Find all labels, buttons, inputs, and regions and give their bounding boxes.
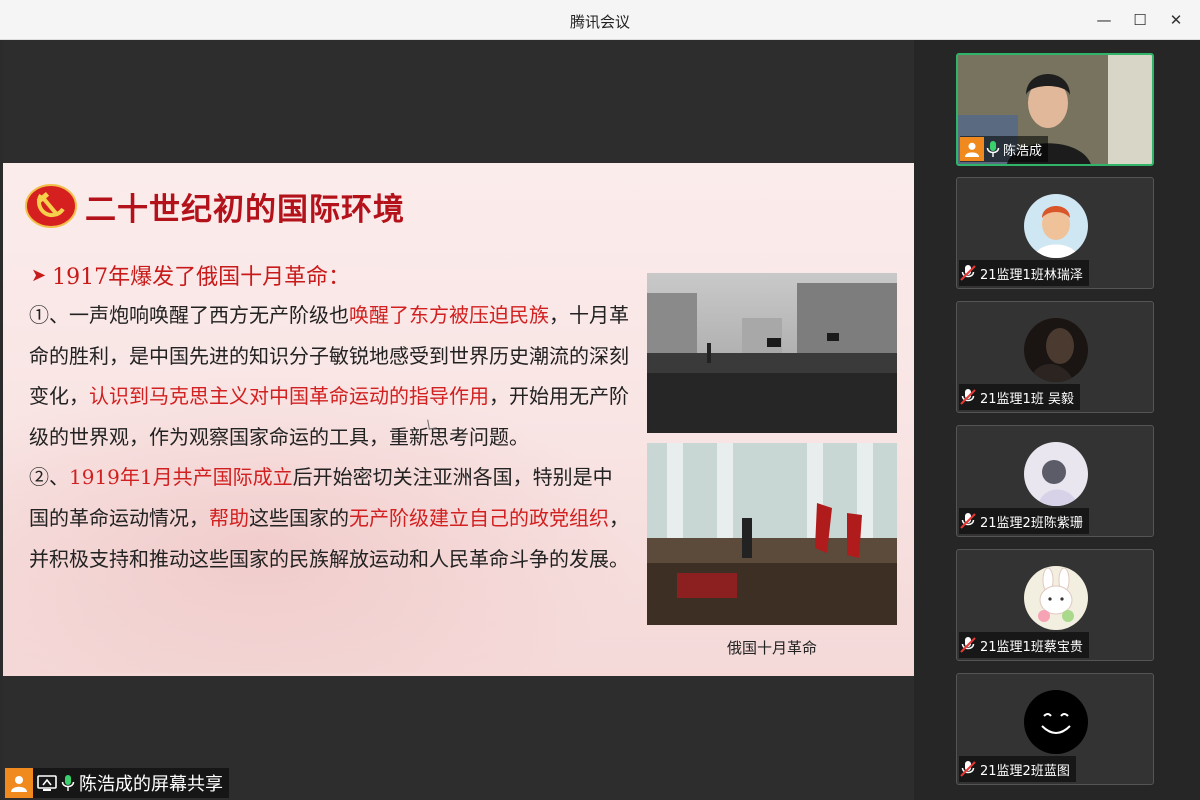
muted-microphone-icon <box>960 389 976 405</box>
participant-name: 陈浩成 <box>1003 143 1043 159</box>
muted-microphone-icon <box>960 265 976 281</box>
highlight-segment: 1919年1月共产国际成立 <box>69 465 293 490</box>
highlight-segment: 认识到马克思主义对中国革命运动的指导作用 <box>89 384 489 409</box>
photo-caption: 俄国十月革命 <box>726 639 817 657</box>
share-label-text: 陈浩成的屏幕共享 <box>79 774 223 795</box>
participant-name: 21监理2班蓝图 <box>980 763 1070 779</box>
highlight-segment: 唤醒了东方被压迫民族 <box>349 303 549 327</box>
window-title: 腾讯会议 <box>569 13 630 31</box>
screen-share-area[interactable]: 二十世纪初的国际环境 ➤ 1917年爆发了俄国十月革命： ①、一声炮响唤醒了西方… <box>3 40 914 800</box>
title-bar: 腾讯会议 — ☐ ✕ <box>0 0 1200 40</box>
slide-body-text: ①、一声炮响唤醒了西方无产阶级也唤醒了东方被压迫民族，十月革命的胜利，是中国先进… <box>29 295 629 579</box>
participant-name-bar: 21监理2班蓝图 <box>959 756 1076 782</box>
paragraph-2: ②、1919年1月共产国际成立后开始密切关注亚洲各国，特别是中国的革命运动情况，… <box>29 457 629 579</box>
close-button[interactable]: ✕ <box>1162 6 1190 34</box>
presentation-slide: 二十世纪初的国际环境 ➤ 1917年爆发了俄国十月革命： ①、一声炮响唤醒了西方… <box>3 163 914 676</box>
participant-avatar <box>1024 194 1088 258</box>
participant-tile[interactable]: 21监理2班陈紫珊 <box>956 425 1154 537</box>
participant-name-bar: 21监理2班陈紫珊 <box>959 508 1089 534</box>
participant-name-bar: 21监理1班林瑞泽 <box>959 260 1089 286</box>
participant-name-bar: 陈浩成 <box>960 136 1049 162</box>
user-avatar-icon <box>960 137 984 161</box>
participant-avatar <box>1024 318 1088 382</box>
highlight-segment: 帮助 <box>209 505 249 530</box>
arrow-marker-icon: ➤ <box>31 264 47 286</box>
participant-avatar <box>1024 442 1088 506</box>
muted-microphone-icon <box>960 513 976 529</box>
participant-name-bar: 21监理1班蔡宝贵 <box>959 632 1089 658</box>
microphone-icon <box>61 775 75 791</box>
slide-subheading: ➤ 1917年爆发了俄国十月革命： <box>31 259 350 291</box>
muted-microphone-icon <box>960 637 976 653</box>
participant-name: 21监理1班 吴毅 <box>980 391 1074 407</box>
participant-avatar <box>1024 690 1088 754</box>
participant-tile[interactable]: 21监理2班蓝图 <box>956 673 1154 785</box>
participant-tile[interactable]: 21监理1班 吴毅 <box>956 301 1154 413</box>
screen-share-icon <box>37 775 57 791</box>
user-avatar-icon <box>5 768 33 798</box>
mouse-cursor-icon <box>427 418 437 430</box>
text-segment: ①、一声炮响唤醒了西方无产阶级也 <box>29 303 349 327</box>
muted-microphone-icon <box>960 761 976 777</box>
highlight-segment: 无产阶级建立自己的政党组织 <box>349 505 609 530</box>
participant-tile[interactable]: 21监理1班蔡宝贵 <box>956 549 1154 661</box>
text-segment: 这些国家的 <box>249 505 349 530</box>
subheading-text: 1917年爆发了俄国十月革命： <box>52 265 351 290</box>
revolution-street-photo <box>647 273 897 433</box>
text-segment: ②、 <box>29 465 69 490</box>
microphone-icon <box>986 141 1000 157</box>
participant-tile[interactable]: 陈浩成 <box>956 53 1154 166</box>
participant-avatar <box>1024 566 1088 630</box>
hammer-sickle-icon <box>25 184 77 228</box>
lenin-speech-painting <box>647 443 897 625</box>
participant-name: 21监理2班陈紫珊 <box>980 515 1083 531</box>
maximize-button[interactable]: ☐ <box>1126 6 1154 34</box>
participant-name-bar: 21监理1班 吴毅 <box>959 384 1080 410</box>
screen-share-label: 陈浩成的屏幕共享 <box>5 768 229 798</box>
participant-name: 21监理1班蔡宝贵 <box>980 639 1083 655</box>
participant-name: 21监理1班林瑞泽 <box>980 267 1083 283</box>
minimize-button[interactable]: — <box>1090 6 1118 34</box>
slide-title: 二十世纪初的国际环境 <box>85 191 405 228</box>
paragraph-1: ①、一声炮响唤醒了西方无产阶级也唤醒了东方被压迫民族，十月革命的胜利，是中国先进… <box>29 295 629 457</box>
slide-heading: 二十世纪初的国际环境 <box>25 181 405 231</box>
participant-tile[interactable]: 21监理1班林瑞泽 <box>956 177 1154 289</box>
